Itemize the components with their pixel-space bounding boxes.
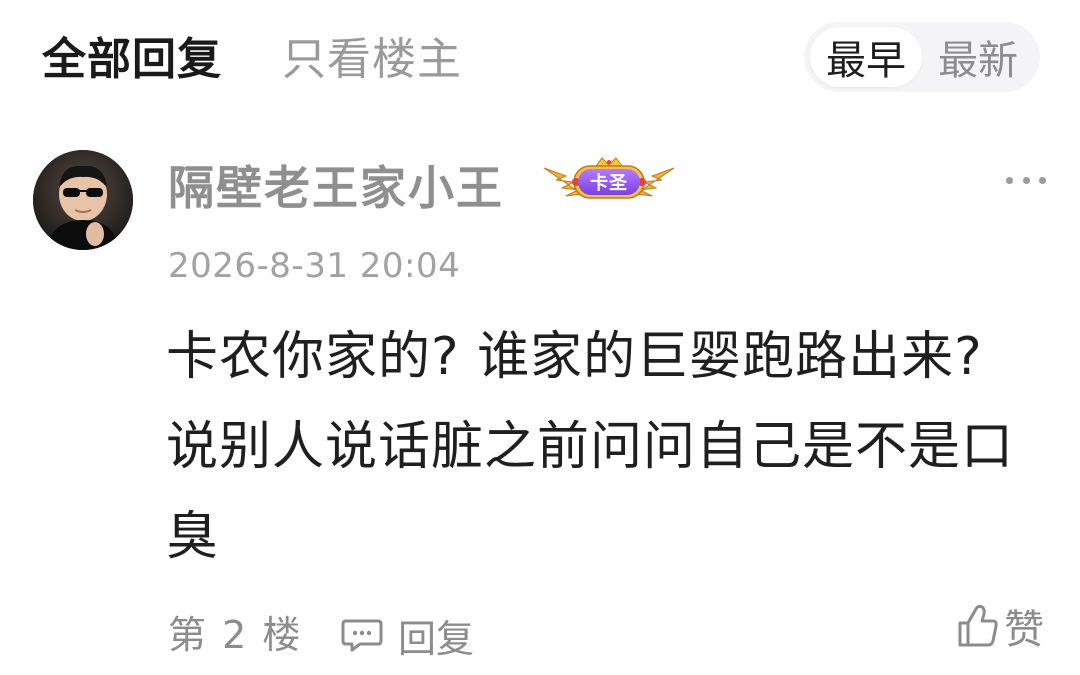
sort-latest-button[interactable]: 最新 [922,27,1034,87]
sort-toggle: 最早 最新 [804,22,1040,92]
username[interactable]: 隔壁老王家小王 [168,158,504,218]
more-options-button[interactable] [1006,170,1046,190]
more-dots-icon [1006,176,1013,184]
winged-crown-badge-icon: 卡圣 [536,156,682,206]
post-timestamp: 2026-8-31 20:04 [168,246,461,286]
sort-earliest-button[interactable]: 最早 [810,27,922,87]
thumbs-up-icon [958,604,998,647]
avatar[interactable] [33,150,133,250]
tab-op-only[interactable]: 只看楼主 [282,28,462,92]
reply-filter-tabs: 全部回复 只看楼主 [42,28,462,92]
comment-bubble-icon [341,619,383,652]
reply-button[interactable]: 回复 [340,610,475,661]
more-dots-icon [1039,176,1046,184]
like-label: 赞 [1004,607,1044,653]
avatar-image [33,150,133,250]
reply-label: 回复 [398,616,475,661]
tab-all-replies[interactable]: 全部回复 [42,28,222,92]
comment-text: 卡农你家的? 谁家的巨婴跑路出来? 说别人说话脏之前问问自己是不是口臭 [166,327,1015,567]
badge-label: 卡圣 [578,169,640,195]
floor-number: 第 2 楼 [168,613,303,657]
like-button[interactable]: 赞 [956,598,1044,654]
more-dots-icon [1022,176,1030,184]
